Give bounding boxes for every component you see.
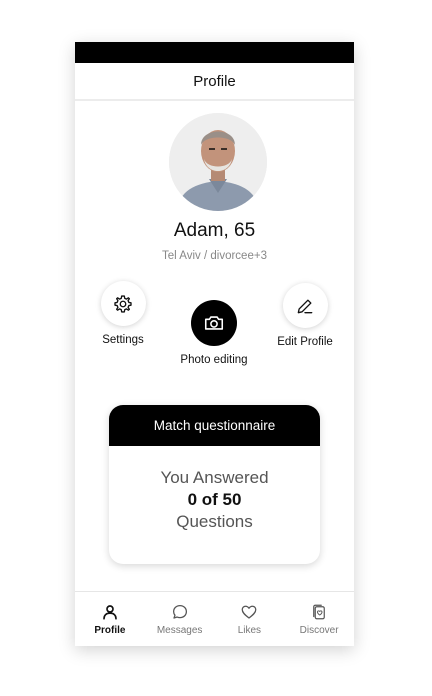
- questionnaire-title: Match questionnaire: [153, 418, 276, 433]
- match-questionnaire-card[interactable]: Match questionnaire You Answered 0 of 50…: [109, 405, 320, 564]
- avatar[interactable]: [169, 113, 267, 211]
- photo-editing-circle[interactable]: [191, 300, 237, 346]
- questions-label: Questions: [176, 512, 253, 531]
- tab-discover-label: Discover: [299, 625, 339, 636]
- gear-icon: [114, 294, 132, 313]
- camera-icon: [204, 316, 224, 330]
- user-icon: [103, 605, 117, 620]
- settings-button[interactable]: Settings: [93, 281, 153, 346]
- heart-icon: [241, 605, 257, 619]
- edit-profile-label: Edit Profile: [277, 336, 333, 348]
- answered-label: You Answered: [160, 468, 269, 487]
- tab-likes-label: Likes: [237, 625, 262, 636]
- phone-screen: Profile Adam, 65 Tel Aviv / divorcee+3 S…: [75, 42, 354, 646]
- settings-circle[interactable]: [100, 281, 146, 326]
- edit-profile-circle[interactable]: [282, 283, 328, 328]
- cards-heart-icon: [313, 604, 325, 620]
- questionnaire-body: You Answered 0 of 50 Questions: [109, 446, 320, 533]
- status-bar: [75, 42, 354, 63]
- photo-editing-label: Photo editing: [180, 354, 248, 366]
- chat-bubble-icon: [172, 604, 187, 619]
- answered-count: 0 of 50: [187, 490, 242, 509]
- bottom-tab-bar: Profile Messages Likes Discover: [75, 591, 354, 646]
- edit-profile-button[interactable]: Edit Profile: [269, 283, 341, 348]
- pencil-icon: [297, 299, 313, 313]
- tab-profile[interactable]: Profile: [75, 592, 145, 646]
- tab-profile-label: Profile: [94, 625, 126, 636]
- tab-messages[interactable]: Messages: [145, 592, 215, 646]
- tab-discover[interactable]: Discover: [284, 592, 354, 646]
- tab-likes[interactable]: Likes: [215, 592, 285, 646]
- app-header: Profile: [75, 63, 354, 101]
- tab-messages-label: Messages: [156, 625, 203, 636]
- questionnaire-header[interactable]: Match questionnaire: [109, 405, 320, 446]
- settings-label: Settings: [102, 334, 144, 346]
- page-title: Profile: [193, 72, 236, 90]
- profile-name: Adam, 65: [173, 220, 256, 241]
- photo-editing-button[interactable]: Photo editing: [169, 300, 259, 366]
- avatar-photo: [169, 113, 267, 211]
- profile-subtitle: Tel Aviv / divorcee+3: [162, 250, 267, 262]
